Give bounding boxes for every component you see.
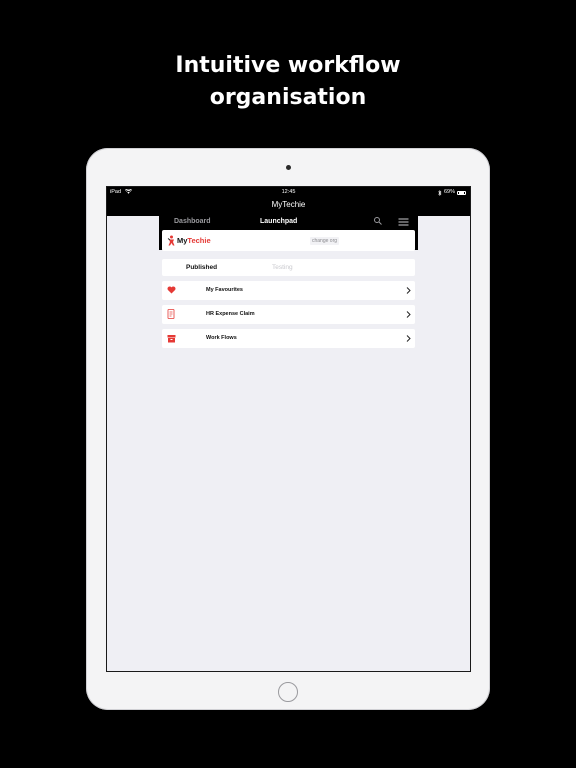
app-screen: iPad 12:45 69% MyTechie Dashboard Launch… bbox=[106, 186, 471, 672]
list-item-my-favourites[interactable]: My Favourites bbox=[162, 281, 415, 300]
bluetooth-icon bbox=[438, 189, 442, 196]
list-item-label: Work Flows bbox=[206, 335, 237, 341]
person-logo-icon bbox=[167, 235, 175, 246]
heart-icon bbox=[165, 284, 177, 296]
status-bar: iPad 12:45 69% bbox=[107, 187, 470, 198]
status-right: 69% bbox=[438, 187, 466, 198]
headline-line-1: Intuitive workflow bbox=[175, 53, 401, 78]
battery-percent: 69% bbox=[443, 189, 455, 195]
logo-techie: Techie bbox=[187, 236, 211, 245]
app-title: MyTechie bbox=[271, 200, 306, 209]
headline: Intuitive workflow organisation bbox=[0, 50, 576, 114]
org-card: MyTechie change org bbox=[162, 230, 415, 251]
box-icon bbox=[165, 332, 177, 344]
change-org-button[interactable]: change org bbox=[310, 237, 340, 245]
home-button[interactable] bbox=[278, 682, 298, 702]
list-item-label: My Favourites bbox=[206, 287, 243, 293]
chevron-right-icon bbox=[406, 335, 411, 342]
headline-line-2: organisation bbox=[209, 85, 367, 110]
list-item-label: HR Expense Claim bbox=[206, 311, 255, 317]
tab-launchpad[interactable]: Launchpad bbox=[260, 216, 297, 228]
battery-icon bbox=[457, 190, 466, 195]
segmented-control: Published Testing bbox=[162, 259, 415, 276]
status-time: 12:45 bbox=[281, 189, 296, 195]
top-bar: iPad 12:45 69% MyTechie bbox=[107, 187, 470, 216]
segment-published[interactable]: Published bbox=[186, 259, 217, 276]
search-icon[interactable] bbox=[373, 216, 383, 226]
list-item-work-flows[interactable]: Work Flows bbox=[162, 329, 415, 348]
receipt-icon bbox=[165, 308, 177, 320]
chevron-right-icon bbox=[406, 287, 411, 294]
menu-icon[interactable] bbox=[398, 218, 409, 226]
mytechie-logo: MyTechie bbox=[167, 235, 211, 246]
segment-testing[interactable]: Testing bbox=[272, 259, 293, 276]
camera-icon bbox=[286, 165, 291, 170]
chevron-right-icon bbox=[406, 311, 411, 318]
logo-my: My bbox=[177, 236, 188, 245]
list-item-hr-expense-claim[interactable]: HR Expense Claim bbox=[162, 305, 415, 324]
tab-dashboard[interactable]: Dashboard bbox=[174, 216, 211, 228]
nav-bar: Dashboard Launchpad bbox=[159, 216, 418, 230]
